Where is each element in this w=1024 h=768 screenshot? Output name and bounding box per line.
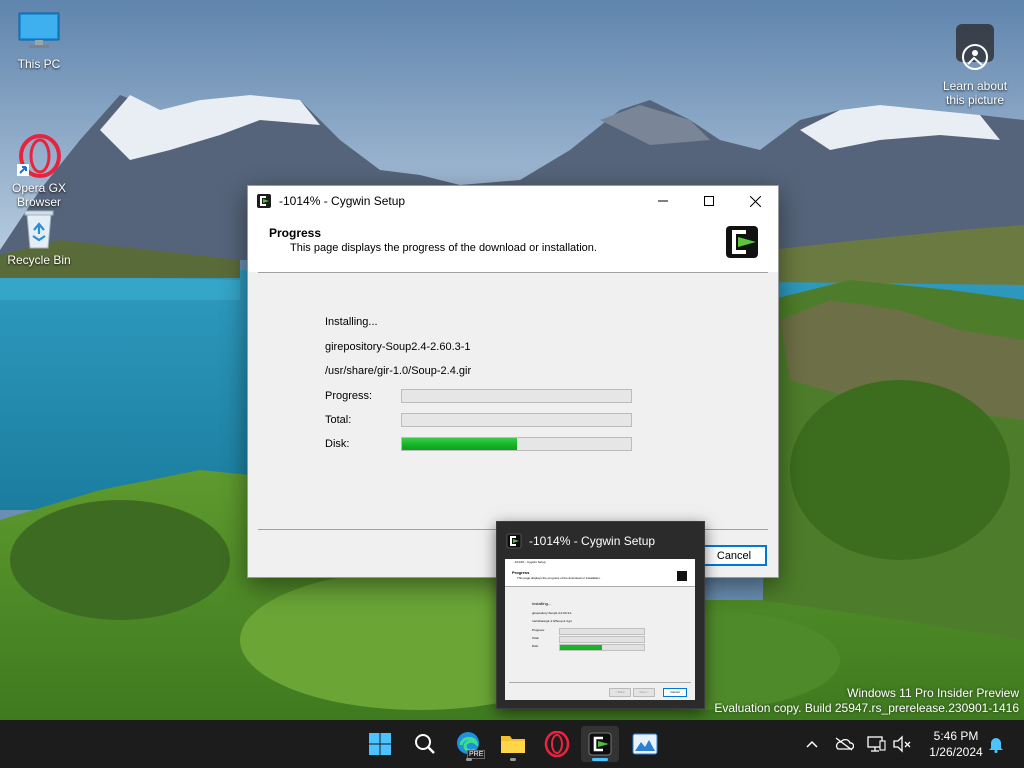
cygwin-setup-window[interactable]: -1014% - Cygwin Setup Progress This page… xyxy=(247,185,779,578)
search-button[interactable] xyxy=(406,726,444,762)
clock-time: 5:46 PM xyxy=(933,729,979,743)
wizard-header: Progress This page displays the progress… xyxy=(248,216,778,272)
desktop-icon-label: Recycle Bin xyxy=(7,253,71,267)
disk-bar-fill xyxy=(402,438,517,450)
mini-page-title: Progress xyxy=(512,570,530,575)
taskbar-file-explorer[interactable] xyxy=(494,726,532,762)
status-text: Installing... xyxy=(325,316,378,328)
show-hidden-icons-button[interactable] xyxy=(802,734,822,754)
mini-window-title: -1014% - Cygwin Setup xyxy=(514,560,546,564)
clock-date: 1/26/2024 xyxy=(929,745,983,759)
desktop-icon-label: Opera GX Browser xyxy=(11,181,67,209)
volume-muted-icon xyxy=(893,735,911,753)
maximize-icon xyxy=(704,196,714,206)
tray-volume[interactable] xyxy=(892,734,912,754)
watermark-build: Evaluation copy. Build 25947.rs_prerelea… xyxy=(714,701,1019,715)
disk-label: Disk: xyxy=(325,438,350,450)
mini-disk-label: Disk: xyxy=(532,644,539,648)
file-path: /usr/share/gir-1.0/Soup-2.4.gir xyxy=(325,365,472,377)
learn-about-picture[interactable]: Learn about this picture xyxy=(936,10,1014,121)
taskbar-clock[interactable]: 5:46 PM 1/26/2024 xyxy=(918,728,994,760)
onedrive-icon xyxy=(835,737,854,751)
watermark-edition: Windows 11 Pro Insider Preview xyxy=(847,686,1019,700)
taskbar-photos[interactable] xyxy=(626,726,664,762)
mini-next-button: Next > xyxy=(633,688,655,697)
recycle-bin-icon xyxy=(17,206,61,250)
tray-network[interactable] xyxy=(866,734,886,754)
mini-cancel-button: Cancel xyxy=(663,688,687,697)
progress-bar xyxy=(401,389,632,403)
preview-title: -1014% - Cygwin Setup xyxy=(529,534,656,548)
minimize-button[interactable] xyxy=(640,186,686,216)
disk-bar xyxy=(401,437,632,451)
start-button[interactable] xyxy=(361,726,399,762)
package-name: girepository-Soup2.4-2.60.3-1 xyxy=(325,341,471,353)
taskbar-thumbnail-preview[interactable]: -1014% - Cygwin Setup -1014% - Cygwin Se… xyxy=(496,521,705,709)
cancel-button[interactable]: Cancel xyxy=(701,545,767,566)
start-icon xyxy=(369,733,391,755)
opera-gx-icon xyxy=(544,731,570,757)
desktop-icon-this-pc[interactable]: This PC xyxy=(1,10,77,71)
mini-status: Installing... xyxy=(532,601,552,606)
camera-info-icon xyxy=(956,24,994,70)
learn-about-label: Learn about this picture xyxy=(942,79,1008,107)
file-explorer-icon xyxy=(501,736,525,753)
page-title: Progress xyxy=(269,226,322,240)
desktop-icon-recycle-bin[interactable]: Recycle Bin xyxy=(1,206,77,267)
window-title: -1014% - Cygwin Setup xyxy=(279,194,406,208)
header-separator xyxy=(258,272,768,273)
cygwin-app-icon xyxy=(256,193,272,209)
taskbar-edge-beta[interactable]: PRE xyxy=(450,726,488,762)
search-icon xyxy=(415,734,435,754)
tray-onedrive[interactable] xyxy=(834,734,854,754)
chevron-up-icon xyxy=(806,740,818,748)
taskbar-cygwin-setup[interactable] xyxy=(581,726,619,762)
progress-label: Progress: xyxy=(325,390,373,402)
mini-progress-label: Progress: xyxy=(532,628,545,632)
monitor-icon xyxy=(17,10,61,54)
close-button[interactable] xyxy=(732,186,778,216)
mini-back-button: < Back xyxy=(609,688,631,697)
total-label: Total: xyxy=(325,414,352,426)
cygwin-app-icon xyxy=(506,533,522,549)
taskbar-opera-gx[interactable] xyxy=(538,726,576,762)
total-bar xyxy=(401,413,632,427)
mini-total-label: Total: xyxy=(532,636,540,640)
opera-gx-icon xyxy=(17,120,61,178)
preview-window-thumbnail: -1014% - Cygwin Setup Progress This page… xyxy=(505,559,695,700)
cygwin-logo-icon xyxy=(725,225,759,259)
network-icon xyxy=(867,736,886,752)
page-subtitle: This page displays the progress of the d… xyxy=(290,242,597,254)
minimize-icon xyxy=(658,200,668,202)
photos-icon xyxy=(632,733,658,755)
cygwin-setup-icon xyxy=(588,732,612,756)
close-icon xyxy=(749,195,761,207)
mini-package: girepository-Soup2.4-2.60.3-1 xyxy=(532,611,572,615)
desktop-icon-label: This PC xyxy=(17,57,61,71)
taskbar: PRE xyxy=(0,720,1024,768)
windows-watermark: Windows 11 Pro Insider Preview Evaluatio… xyxy=(714,686,1019,716)
mini-file: /usr/share/gir-1.0/Soup-2.4.gir xyxy=(532,619,572,623)
window-titlebar[interactable]: -1014% - Cygwin Setup xyxy=(248,186,778,216)
mini-page-subtitle: This page displays the progress of the d… xyxy=(517,576,601,580)
maximize-button[interactable] xyxy=(686,186,732,216)
